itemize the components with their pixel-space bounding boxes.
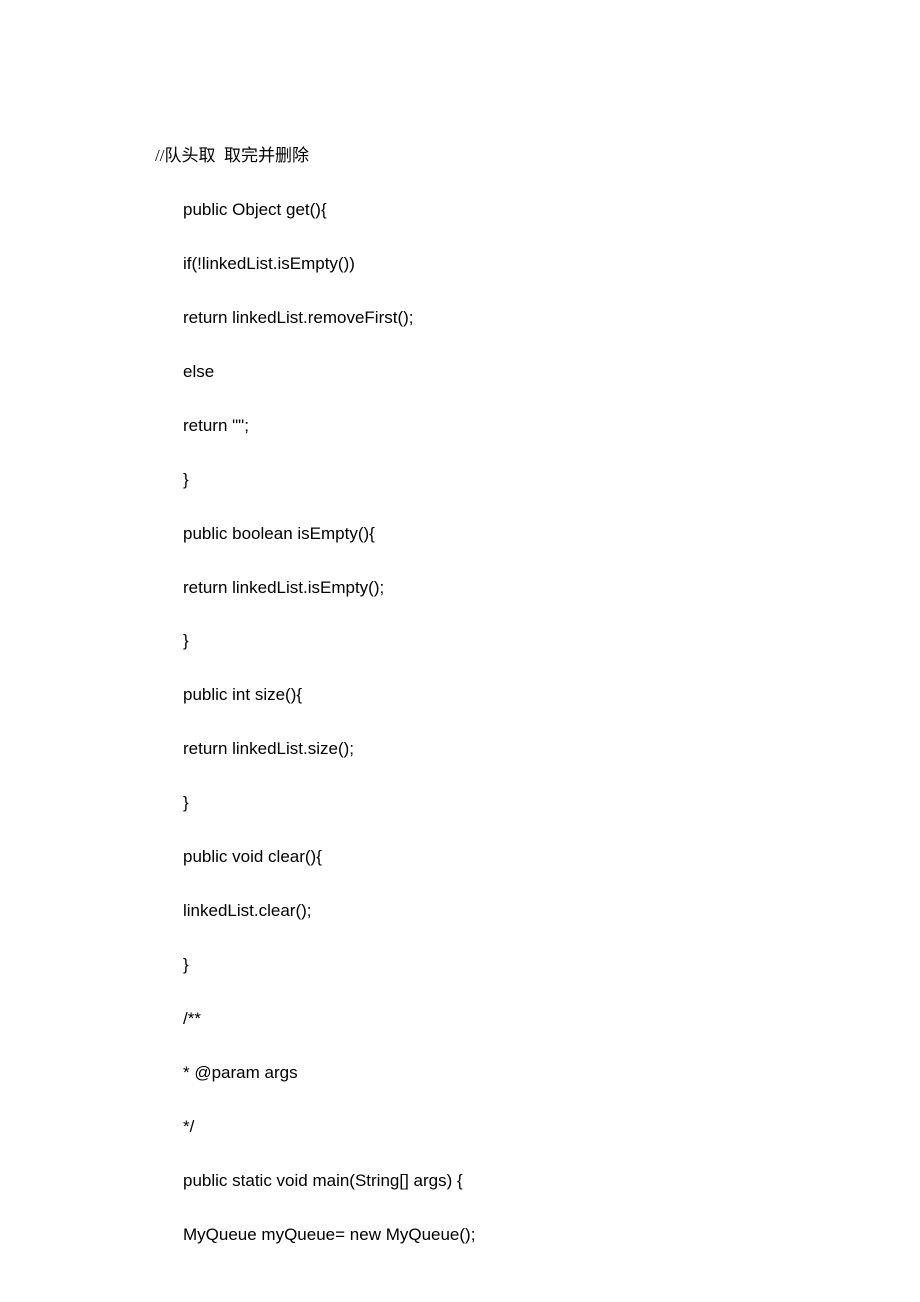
code-line: public static void main(String[] args) {: [155, 1170, 820, 1193]
code-block: //队头取 取完并删除 public Object get(){ if(!linke…: [155, 145, 820, 1247]
code-line: public int size(){: [155, 684, 820, 707]
code-line: return "";: [155, 415, 820, 438]
code-line: public boolean isEmpty(){: [155, 523, 820, 546]
code-line: return linkedList.size();: [155, 738, 820, 761]
code-line: //队头取 取完并删除: [155, 145, 820, 168]
code-line: return linkedList.removeFirst();: [155, 307, 820, 330]
code-line: if(!linkedList.isEmpty()): [155, 253, 820, 276]
code-line: return linkedList.isEmpty();: [155, 577, 820, 600]
code-line: }: [155, 630, 820, 653]
code-line: * @param args: [155, 1062, 820, 1085]
code-line: }: [155, 792, 820, 815]
code-line: */: [155, 1116, 820, 1139]
code-line: }: [155, 469, 820, 492]
code-line: /**: [155, 1008, 820, 1031]
code-line: linkedList.clear();: [155, 900, 820, 923]
code-line: public Object get(){: [155, 199, 820, 222]
code-line: else: [155, 361, 820, 384]
code-line: MyQueue myQueue= new MyQueue();: [155, 1224, 820, 1247]
code-line: public void clear(){: [155, 846, 820, 869]
code-line: }: [155, 954, 820, 977]
